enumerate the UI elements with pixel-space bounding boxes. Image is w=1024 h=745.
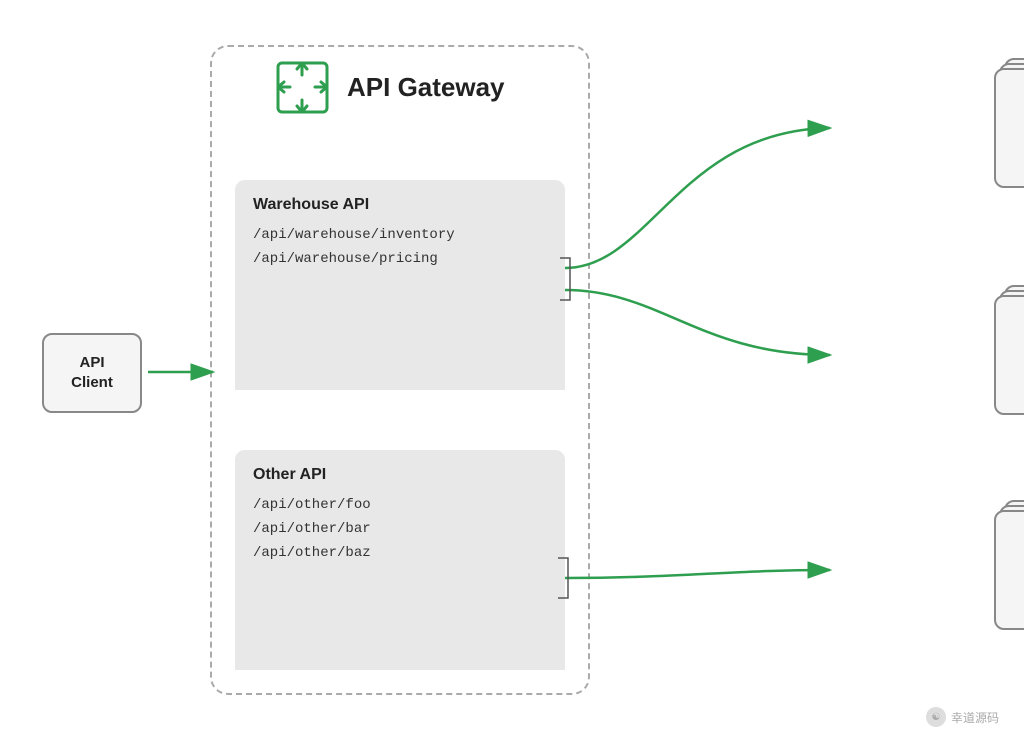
diagram-container: API Client API Gateway Warehouse API /ap… <box>0 0 1024 745</box>
inventory-service-card-front: InventoryService <box>994 68 1024 188</box>
watermark: ☯ 幸道源码 <box>926 707 999 727</box>
warehouse-api-title: Warehouse API <box>253 196 547 214</box>
watermark-icon: ☯ <box>926 707 946 727</box>
other-service-card-front: OtherService <box>994 510 1024 630</box>
gateway-title: API Gateway <box>347 72 505 103</box>
gateway-header: API Gateway <box>270 55 505 120</box>
warehouse-api-routes: /api/warehouse/inventory/api/warehouse/p… <box>253 224 547 272</box>
watermark-text: 幸道源码 <box>951 709 999 726</box>
warehouse-wavy-bottom <box>235 350 565 390</box>
api-client-label: API Client <box>71 353 113 392</box>
gateway-icon <box>270 55 335 120</box>
pricing-service-card-front: PricingService <box>994 295 1024 415</box>
other-api-routes: /api/other/foo/api/other/bar/api/other/b… <box>253 494 547 565</box>
api-client-box: API Client <box>42 333 142 413</box>
warehouse-api-panel: Warehouse API /api/warehouse/inventory/a… <box>235 180 565 390</box>
other-api-panel: Other API /api/other/foo/api/other/bar/a… <box>235 450 565 670</box>
other-api-title: Other API <box>253 466 547 484</box>
other-wavy-bottom <box>235 630 565 670</box>
